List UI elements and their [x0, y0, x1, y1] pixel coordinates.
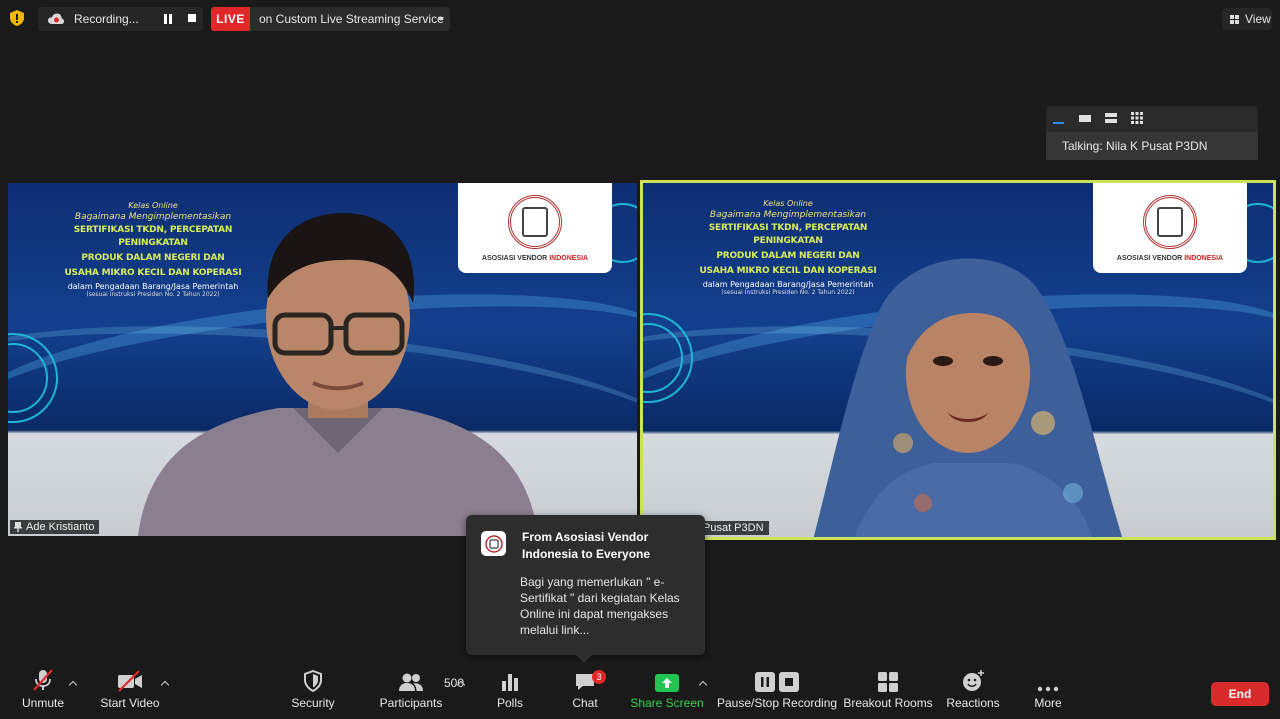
security-label: Security — [291, 696, 335, 710]
chevron-down-icon — [438, 17, 444, 21]
cloud-recording-icon — [48, 13, 64, 24]
start-video-button[interactable]: Start Video — [100, 662, 160, 719]
participants-button[interactable]: 500 Participants — [379, 662, 464, 719]
avatar — [481, 531, 506, 556]
participant-video-nila — [813, 258, 1123, 537]
chevron-up-icon[interactable] — [68, 680, 78, 690]
breakout-rooms-icon — [878, 672, 898, 692]
polls-button[interactable]: Polls — [493, 662, 527, 719]
unmute-label: Unmute — [21, 696, 65, 710]
speaker-view-panel: Talking: Nila K Pusat P3DN — [1046, 106, 1258, 160]
reactions-icon — [963, 670, 984, 691]
participants-label: Participants — [379, 696, 443, 710]
breakout-rooms-button[interactable]: Breakout Rooms — [843, 662, 933, 719]
meeting-toolbar: Unmute Start Video Security 500 Particip… — [0, 662, 1280, 719]
reactions-label: Reactions — [946, 696, 1000, 710]
participant-video-ade — [138, 213, 538, 536]
chat-badge: 3 — [592, 670, 606, 684]
more-dots-icon — [1037, 686, 1059, 692]
gallery-view-icon[interactable] — [1131, 112, 1143, 124]
chat-button[interactable]: 3 Chat — [569, 662, 606, 719]
participant-name-tag: Pusat P3DN — [699, 521, 769, 535]
reactions-button[interactable]: Reactions — [945, 662, 1001, 719]
video-tile-pusat-p3dn[interactable]: Kelas Online Bagaimana Mengimplementasik… — [640, 180, 1276, 540]
chat-label: Chat — [572, 696, 598, 710]
strip-view-icon[interactable] — [1105, 112, 1117, 124]
video-tile-ade-kristianto[interactable]: Kelas Online Bagaimana Mengimplementasik… — [8, 183, 637, 536]
live-service-label: on Custom Live Streaming Service — [259, 12, 444, 26]
shield-icon[interactable] — [8, 9, 26, 27]
more-button[interactable]: More — [1030, 662, 1066, 719]
share-screen-button[interactable]: Share Screen — [630, 662, 704, 719]
view-label: View — [1245, 12, 1271, 26]
chat-sender: From Asosiasi Vendor Indonesia to Everyo… — [522, 530, 651, 561]
polls-icon — [502, 674, 518, 691]
recording-label: Recording... — [74, 12, 139, 26]
breakout-rooms-label: Breakout Rooms — [843, 696, 933, 710]
chevron-up-icon[interactable] — [160, 680, 170, 690]
minimize-video-icon[interactable] — [1053, 112, 1065, 124]
video-camera-off-icon — [118, 670, 142, 692]
stop-icon — [779, 672, 799, 692]
security-shield-icon — [304, 670, 322, 692]
more-label: More — [1034, 696, 1062, 710]
end-meeting-button[interactable]: End — [1211, 682, 1269, 706]
chat-notification-popup[interactable]: From Asosiasi Vendor Indonesia to Everyo… — [466, 515, 705, 663]
grid-view-icon — [1230, 14, 1239, 24]
participants-icon — [399, 673, 423, 691]
chat-message: Bagi yang memerlukan " e-Sertifikat " da… — [520, 575, 680, 637]
view-button[interactable]: View — [1222, 8, 1272, 30]
live-streaming-dropdown[interactable]: LIVE on Custom Live Streaming Service — [211, 7, 450, 31]
stop-recording-icon[interactable] — [188, 14, 196, 22]
security-button[interactable]: Security — [290, 662, 336, 719]
pause-icon — [755, 672, 775, 692]
live-badge: LIVE — [211, 7, 250, 31]
talking-indicator: Talking: Nila K Pusat P3DN — [1046, 132, 1258, 160]
start-video-label: Start Video — [100, 696, 160, 710]
unmute-button[interactable]: Unmute — [20, 662, 66, 719]
pause-stop-recording-label: Pause/Stop Recording — [716, 696, 838, 710]
pin-icon — [14, 522, 22, 532]
recording-indicator: Recording... — [38, 7, 203, 31]
participant-name-tag: Ade Kristianto — [10, 520, 100, 534]
pause-recording-icon[interactable] — [163, 14, 173, 24]
speaker-view-icon[interactable] — [1079, 112, 1091, 124]
pause-stop-recording-button[interactable]: Pause/Stop Recording — [716, 662, 838, 719]
microphone-muted-icon — [33, 669, 53, 691]
share-screen-label: Share Screen — [630, 696, 704, 710]
polls-label: Polls — [496, 696, 523, 710]
share-screen-icon — [655, 674, 679, 692]
